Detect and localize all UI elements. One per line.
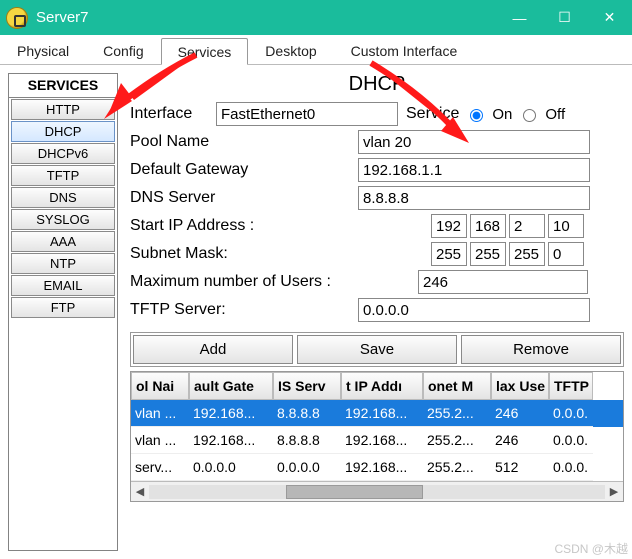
table-row[interactable]: vlan ...192.168...8.8.8.8192.168...255.2… xyxy=(131,427,623,454)
service-label: Service xyxy=(406,105,459,123)
title-bar: Server7 — ☐ ✕ xyxy=(0,0,632,35)
col-tftp[interactable]: TFTP xyxy=(549,372,593,400)
maximize-button[interactable]: ☐ xyxy=(542,0,587,35)
col-startip[interactable]: t IP Addı xyxy=(341,372,423,400)
maxusers-label: Maximum number of Users : xyxy=(130,273,410,291)
sidebar-item-tftp[interactable]: TFTP xyxy=(11,165,115,186)
sidebar-item-ftp[interactable]: FTP xyxy=(11,297,115,318)
start-ip-oct3[interactable] xyxy=(509,214,545,238)
table-cell: 0.0.0.0 xyxy=(189,454,273,481)
services-sidebar: SERVICES HTTP DHCP DHCPv6 TFTP DNS SYSLO… xyxy=(8,73,118,551)
dns-input[interactable] xyxy=(358,186,590,210)
sidebar-item-aaa[interactable]: AAA xyxy=(11,231,115,252)
sidebar-item-dhcp[interactable]: DHCP xyxy=(11,121,115,142)
add-button[interactable]: Add xyxy=(133,335,293,364)
table-cell: serv... xyxy=(131,454,189,481)
dns-label: DNS Server xyxy=(130,189,350,207)
minimize-button[interactable]: — xyxy=(497,0,542,35)
start-ip-oct1[interactable] xyxy=(431,214,467,238)
start-ip-oct2[interactable] xyxy=(470,214,506,238)
grid-header: ol Nai ault Gate IS Serv t IP Addı onet … xyxy=(131,372,623,400)
scroll-right-icon[interactable]: ▶ xyxy=(605,485,623,498)
grid-hscroll[interactable]: ◀ ▶ xyxy=(131,481,623,501)
service-off-radio[interactable] xyxy=(523,109,536,122)
tab-bar: Physical Config Services Desktop Custom … xyxy=(0,35,632,65)
sidebar-item-http[interactable]: HTTP xyxy=(11,99,115,120)
col-maxuser[interactable]: lax Use xyxy=(491,372,549,400)
table-cell: 0.0.0.0 xyxy=(273,454,341,481)
sidebar-item-dhcpv6[interactable]: DHCPv6 xyxy=(11,143,115,164)
table-row[interactable]: vlan ...192.168...8.8.8.8192.168...255.2… xyxy=(131,400,623,427)
tab-config[interactable]: Config xyxy=(86,37,160,64)
tftp-label: TFTP Server: xyxy=(130,301,350,319)
table-cell: 0.0.0. xyxy=(549,400,593,427)
window-title: Server7 xyxy=(36,9,497,26)
watermark: CSDN @木越 xyxy=(554,540,628,557)
service-on-radio[interactable] xyxy=(470,109,483,122)
table-cell: 255.2... xyxy=(423,427,491,454)
tab-physical[interactable]: Physical xyxy=(0,37,86,64)
scroll-left-icon[interactable]: ◀ xyxy=(131,485,149,498)
mask-oct3[interactable] xyxy=(509,242,545,266)
off-label: Off xyxy=(545,106,565,123)
tftp-input[interactable] xyxy=(358,298,590,322)
table-cell: 8.8.8.8 xyxy=(273,427,341,454)
start-ip-oct4[interactable] xyxy=(548,214,584,238)
table-cell: 192.168... xyxy=(341,454,423,481)
mask-label: Subnet Mask: xyxy=(130,245,420,263)
start-ip-label: Start IP Address : xyxy=(130,217,420,235)
sidebar-item-dns[interactable]: DNS xyxy=(11,187,115,208)
interface-label: Interface xyxy=(130,105,208,123)
table-cell: 192.168... xyxy=(189,427,273,454)
panel-title: DHCP xyxy=(130,73,624,96)
maxusers-input[interactable] xyxy=(418,270,588,294)
table-cell: 246 xyxy=(491,400,549,427)
action-buttons: Add Save Remove xyxy=(130,332,624,367)
tab-custom-interface[interactable]: Custom Interface xyxy=(334,37,475,64)
pool-grid: ol Nai ault Gate IS Serv t IP Addı onet … xyxy=(130,371,624,502)
table-cell: 255.2... xyxy=(423,400,491,427)
sidebar-item-email[interactable]: EMAIL xyxy=(11,275,115,296)
table-cell: 192.168... xyxy=(341,400,423,427)
table-row[interactable]: serv...0.0.0.00.0.0.0192.168...255.2...5… xyxy=(131,454,623,481)
col-dns[interactable]: IS Serv xyxy=(273,372,341,400)
interface-select[interactable] xyxy=(216,102,398,126)
table-cell: 512 xyxy=(491,454,549,481)
table-cell: 246 xyxy=(491,427,549,454)
pool-name-label: Pool Name xyxy=(130,133,350,151)
sidebar-item-ntp[interactable]: NTP xyxy=(11,253,115,274)
tab-desktop[interactable]: Desktop xyxy=(248,37,333,64)
col-gateway[interactable]: ault Gate xyxy=(189,372,273,400)
sidebar-item-syslog[interactable]: SYSLOG xyxy=(11,209,115,230)
mask-oct1[interactable] xyxy=(431,242,467,266)
table-cell: 192.168... xyxy=(341,427,423,454)
pool-name-input[interactable] xyxy=(358,130,590,154)
remove-button[interactable]: Remove xyxy=(461,335,621,364)
table-cell: vlan ... xyxy=(131,400,189,427)
mask-oct4[interactable] xyxy=(548,242,584,266)
dhcp-panel: DHCP Interface Service On Off Pool Name … xyxy=(126,65,632,559)
table-cell: 255.2... xyxy=(423,454,491,481)
table-cell: 192.168... xyxy=(189,400,273,427)
close-button[interactable]: ✕ xyxy=(587,0,632,35)
col-poolname[interactable]: ol Nai xyxy=(131,372,189,400)
col-mask[interactable]: onet M xyxy=(423,372,491,400)
app-icon xyxy=(6,7,28,29)
tab-services[interactable]: Services xyxy=(161,38,249,65)
table-cell: vlan ... xyxy=(131,427,189,454)
save-button[interactable]: Save xyxy=(297,335,457,364)
mask-oct2[interactable] xyxy=(470,242,506,266)
sidebar-header: SERVICES xyxy=(9,74,117,98)
table-cell: 0.0.0. xyxy=(549,427,593,454)
table-cell: 8.8.8.8 xyxy=(273,400,341,427)
on-label: On xyxy=(492,106,512,123)
table-cell: 0.0.0. xyxy=(549,454,593,481)
scroll-thumb[interactable] xyxy=(286,485,423,499)
gateway-label: Default Gateway xyxy=(130,161,350,179)
gateway-input[interactable] xyxy=(358,158,590,182)
